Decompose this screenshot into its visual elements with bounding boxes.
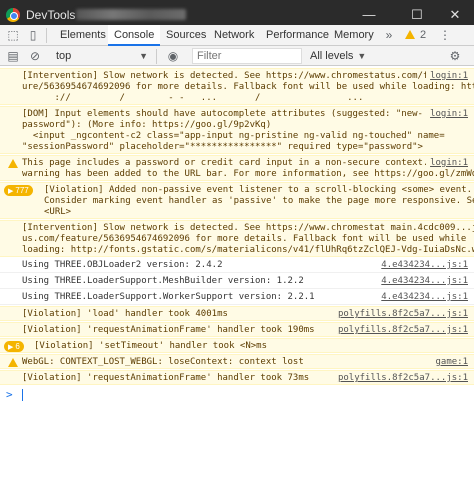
toolbar-divider xyxy=(46,28,47,43)
warning-count-icon[interactable] xyxy=(404,27,416,44)
message-text: <input _ngcontent-c2 class="app-input ng… xyxy=(22,131,445,141)
console-prompt-icon: > xyxy=(6,388,13,401)
source-link[interactable]: polyfills.8f2c5a7...js:1 xyxy=(333,309,468,320)
source-link[interactable]: login:1 xyxy=(426,109,468,120)
console-message[interactable]: [Violation] 'requestAnimationFrame' hand… xyxy=(0,322,474,337)
levels-value: All levels xyxy=(310,50,354,62)
console-message[interactable]: Using THREE.LoaderSupport.MeshBuilder ve… xyxy=(0,274,474,289)
filter-input[interactable] xyxy=(192,48,302,64)
console-input[interactable] xyxy=(22,389,23,401)
tab-performance[interactable]: Performance xyxy=(260,25,335,46)
source-link[interactable]: 4.e434234...js:1 xyxy=(377,260,468,271)
message-text: This page includes a password or credit … xyxy=(22,158,440,168)
redacted-title xyxy=(76,9,186,20)
message-text: loading: http://fonts.gstatic.com/s/mate… xyxy=(22,245,474,255)
console-message[interactable]: ▶ 777 [Violation] Added non-passive event … xyxy=(0,182,474,219)
badge-count: 777 xyxy=(15,186,29,195)
message-text: WebGL: CONTEXT_LOST_WEBGL: loseContext: … xyxy=(22,357,304,367)
eye-icon[interactable]: ◉ xyxy=(164,48,182,65)
message-text: "sessionPassword" placeholder="*********… xyxy=(22,142,423,152)
message-text: [Violation] 'requestAnimationFrame' hand… xyxy=(22,373,310,383)
console-filter-bar: ▤ ⊘ top ▼ ◉ All levels▼ ⚙ xyxy=(0,46,474,66)
message-text: [Violation] 'requestAnimationFrame' hand… xyxy=(22,325,315,335)
tab-elements[interactable]: Elements xyxy=(54,25,112,46)
more-options-icon[interactable]: ⋮ xyxy=(436,27,454,44)
console-message[interactable]: Using THREE.LoaderSupport.WorkerSupport … xyxy=(0,290,474,305)
message-text: [Violation] Added non-passive event list… xyxy=(44,185,473,195)
devtools-window: DevTools - — ☐ ✕ ⬚ ▯ Elements Console So… xyxy=(0,0,474,480)
message-text: <URL> xyxy=(44,207,72,217)
warning-icon xyxy=(8,159,18,168)
source-link[interactable]: polyfills.8f2c5a7...js:1 xyxy=(333,373,468,384)
source-link[interactable]: 4.e434234...js:1 xyxy=(377,292,468,303)
expand-arrow-icon: ▶ xyxy=(8,344,14,351)
console-message[interactable]: [Intervention] Slow network is detected.… xyxy=(0,68,474,105)
message-text: [Violation] 'load' handler took 4001ms xyxy=(22,309,228,319)
chevron-down-icon: ▼ xyxy=(357,51,367,61)
message-text: [DOM] Input elements should have autocom… xyxy=(22,109,423,119)
console-output: [Intervention] Slow network is detected.… xyxy=(0,66,474,480)
message-text: password"): (More info: https://goo.gl/9… xyxy=(22,120,272,130)
tab-network[interactable]: Network xyxy=(208,25,260,46)
source-link[interactable]: polyfills.8f2c5a7...js:1 xyxy=(333,325,468,336)
tab-sources[interactable]: Sources xyxy=(160,25,212,46)
source-link[interactable]: login:1 xyxy=(426,158,468,169)
console-message[interactable]: [DOM] Input elements should have autocom… xyxy=(0,106,474,154)
console-message[interactable]: Using THREE.OBJLoader2 version: 2.4.2 4.e… xyxy=(0,258,474,273)
chrome-icon xyxy=(6,8,20,22)
message-text: ure/5636954674692096 for more details. F… xyxy=(22,82,474,92)
console-message[interactable]: ▶ 6 [Violation] 'setTimeout' handler took … xyxy=(0,338,474,353)
window-title: DevTools - xyxy=(26,8,83,22)
repeat-count-badge[interactable]: ▶ 6 xyxy=(4,341,24,352)
chevron-down-icon: ▼ xyxy=(139,51,148,61)
message-text: [Intervention] Slow network is detected.… xyxy=(22,223,474,233)
message-text: Consider marking event handler as 'passi… xyxy=(44,196,474,206)
console-message[interactable]: [Violation] 'requestAnimationFrame' hand… xyxy=(0,370,474,385)
tab-memory[interactable]: Memory xyxy=(328,25,380,46)
message-text: [Violation] 'setTimeout' handler took <N… xyxy=(34,341,267,351)
log-levels-dropdown[interactable]: All levels ▼ xyxy=(310,48,385,64)
repeat-count-badge[interactable]: ▶ 777 xyxy=(4,185,33,196)
source-link[interactable]: 4.e434234...js:1 xyxy=(377,276,468,287)
warning-icon xyxy=(8,358,18,367)
warning-count[interactable]: 2 xyxy=(418,27,428,44)
device-toolbar-icon[interactable]: ▯ xyxy=(24,27,42,44)
tab-console[interactable]: Console xyxy=(108,25,161,46)
context-value: top xyxy=(56,50,72,62)
panel-tabbar: ⬚ ▯ Elements Console Sources Network Per… xyxy=(0,25,474,46)
expand-arrow-icon: ▶ xyxy=(8,188,14,195)
more-tabs-icon[interactable]: » xyxy=(380,27,398,44)
message-text: Using THREE.LoaderSupport.MeshBuilder ve… xyxy=(22,276,304,286)
sidebar-toggle-icon[interactable]: ▤ xyxy=(4,48,22,65)
message-text: us.com/feature/5636954674692096 for more… xyxy=(22,234,467,244)
badge-count: 6 xyxy=(15,342,20,351)
context-selector[interactable]: top ▼ xyxy=(50,48,150,64)
console-message[interactable]: [Intervention] Slow network is detected.… xyxy=(0,220,474,257)
inspect-element-icon[interactable]: ⬚ xyxy=(4,27,22,44)
source-link[interactable]: login:1 xyxy=(426,71,468,82)
console-message[interactable]: WebGL: CONTEXT_LOST_WEBGL: loseContext: … xyxy=(0,354,474,369)
close-button[interactable]: ✕ xyxy=(440,4,470,26)
clear-console-icon[interactable]: ⊘ xyxy=(26,48,44,65)
console-message[interactable]: [Violation] 'load' handler took 4001ms po… xyxy=(0,306,474,321)
console-message[interactable]: This page includes a password or credit … xyxy=(0,155,474,181)
message-text: :// / - - ... / ... xyxy=(22,93,364,103)
toolbar-divider xyxy=(156,49,157,64)
message-text: Using THREE.OBJLoader2 version: 2.4.2 xyxy=(22,260,223,270)
minimize-button[interactable]: — xyxy=(354,4,384,26)
message-text: Using THREE.LoaderSupport.WorkerSupport … xyxy=(22,292,315,302)
message-text: warning has been added to the URL bar. F… xyxy=(22,169,474,179)
settings-gear-icon[interactable]: ⚙ xyxy=(446,48,464,65)
maximize-button[interactable]: ☐ xyxy=(402,4,432,26)
message-text: [Intervention] Slow network is detected.… xyxy=(22,71,445,81)
source-link[interactable]: game:1 xyxy=(431,357,468,368)
